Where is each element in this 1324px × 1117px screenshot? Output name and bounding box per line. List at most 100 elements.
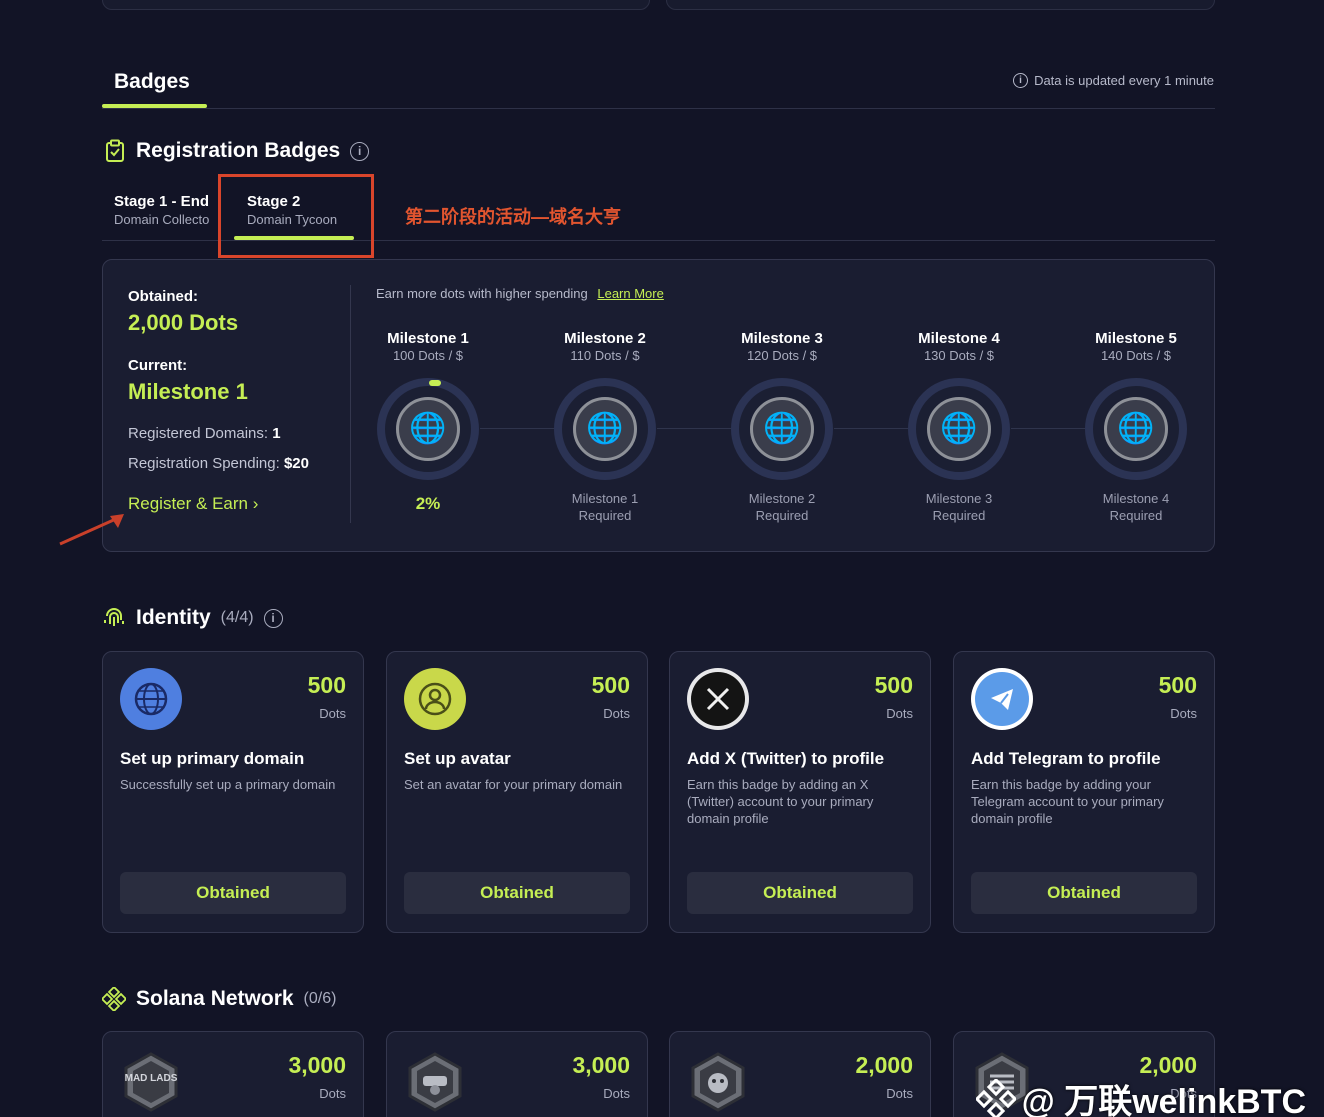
badge-points-unit: Dots [886,1086,913,1101]
progress-marker [429,380,441,386]
requirement-line: Milestone 3 [925,491,993,506]
obtained-button[interactable]: Obtained [687,872,913,914]
mad-lads-logo-text: MAD LADS [125,1073,178,1084]
tab-stage-1[interactable]: Stage 1 - End Domain Collecto [114,193,218,229]
milestone-rate: 120 Dots / $ [746,348,818,363]
badge-description: Earn this badge by adding an X (Twitter)… [687,777,874,826]
x-logo-icon [687,668,749,730]
milestone-1: Milestone 1 100 Dots / $ [348,330,508,363]
telegram-icon [971,668,1033,730]
badge-card-avatar: 500 Dots Set up avatar Set an avatar for… [386,651,648,933]
previous-card-left [102,0,650,10]
milestone-title: Milestone 5 [1095,330,1177,347]
milestone-rate: 110 Dots / $ [570,348,640,363]
info-icon[interactable]: i [263,608,283,628]
tab-badges[interactable]: Badges [114,70,190,94]
requirement-line: Required [932,508,986,523]
registered-domains-label: Registered Domains: [128,425,269,442]
registered-domains-stat: Registered Domains: 1 [128,425,281,442]
previous-card-right [666,0,1215,10]
registration-spending-value: $20 [283,455,309,472]
milestone-3: Milestone 3 120 Dots / $ [702,330,862,363]
solana-badge-card: MAD LADS 3,000 Dots [102,1031,364,1117]
badge-points-unit: Dots [603,1086,630,1101]
milestone-1-badge[interactable]: 🌐 [377,378,479,480]
update-note-text: Data is updated every 1 minute [1034,73,1214,88]
milestone-5-badge[interactable]: 🌐 [1085,378,1187,480]
milestone-2-badge[interactable]: 🌐 [554,378,656,480]
earn-note: Earn more dots with higher spending Lear… [376,286,664,301]
solana-network-count: (0/6) [303,990,337,1007]
watermark: @ 万联welinkBTC [975,1074,1306,1117]
milestone-5-requirement: Milestone 4 Required [1056,490,1216,524]
milestone-title: Milestone 3 [741,330,823,347]
registration-spending-label: Registration Spending: [128,455,280,472]
requirement-line: Required [578,508,632,523]
badge-title: Add Telegram to profile [971,749,1161,768]
update-note: i Data is updated every 1 minute [1013,73,1214,88]
milestone-connector [834,428,908,429]
badge-card-primary-domain: 500 Dots Set up primary domain Successfu… [102,651,364,933]
milestone-3-requirement: Milestone 2 Required [702,490,862,524]
register-earn-link[interactable]: Register & Earn › [128,494,258,514]
header-divider [102,108,1215,109]
milestone-rate: 140 Dots / $ [1100,348,1172,363]
milestone-2-requirement: Milestone 1 Required [525,490,685,524]
badge-description: Set an avatar for your primary domain [404,777,623,792]
clipboard-check-icon [106,139,124,162]
badge-points: 500 [1158,672,1197,698]
globe-badge-icon: 🌐 [927,397,991,461]
badge-title: Set up primary domain [120,749,305,768]
milestone-3-badge[interactable]: 🌐 [731,378,833,480]
badge-description: Successfully set up a primary domain [120,777,336,792]
mad-lads-icon: MAD LADS [124,1052,178,1112]
milestone-4-requirement: Milestone 3 Required [879,490,1039,524]
milestone-1-progress: 2% [415,494,441,513]
milestone-2: Milestone 2 110 Dots / $ [525,330,685,363]
identity-title: Identity [136,606,211,629]
obtained-button[interactable]: Obtained [404,872,630,914]
badge-points: 3,000 [572,1052,630,1078]
solana-badge-card: 2,000 Dots [669,1031,931,1117]
milestone-rate: 100 Dots / $ [392,348,464,363]
badge-points-unit: Dots [886,706,913,721]
badge-points-unit: Dots [319,1086,346,1101]
stage-1-title: Stage 1 - End [114,193,210,210]
badge-points-unit: Dots [319,706,346,721]
fingerprint-icon [104,608,124,626]
obtained-button[interactable]: Obtained [120,872,346,914]
registration-badges-header: Registration Badges i [104,139,370,163]
badge-title: Add X (Twitter) to profile [687,749,885,768]
earn-note-text: Earn more dots with higher spending [376,286,588,301]
registered-domains-value: 1 [272,425,281,442]
solana-network-header: Solana Network (0/6) [102,987,336,1011]
obtained-button[interactable]: Obtained [971,872,1197,914]
badge-points: 500 [874,672,913,698]
milestone-rate: 130 Dots / $ [923,348,995,363]
milestone-connector [480,428,554,429]
badge-points: 3,000 [288,1052,346,1078]
solana-network-icon [102,987,126,1011]
annotation-text: 第二阶段的活动—域名大亨 [405,207,621,227]
info-icon[interactable]: i [350,141,370,161]
monkey-hex-icon [691,1052,745,1112]
milestone-4-badge[interactable]: 🌐 [908,378,1010,480]
requirement-line: Required [1109,508,1163,523]
badge-points: 500 [591,672,630,698]
current-value: Milestone 1 [128,379,248,404]
globe-badge-icon: 🌐 [396,397,460,461]
milestone-5: Milestone 5 140 Dots / $ [1056,330,1216,363]
badge-points-unit: Dots [1170,706,1197,721]
requirement-line: Milestone 2 [748,491,816,506]
registration-badges-title: Registration Badges [136,139,341,162]
solana-badge-card: 3,000 Dots [386,1031,648,1117]
requirement-line: Milestone 4 [1102,491,1170,506]
globe-icon [120,668,182,730]
watermark-text: @ 万联welinkBTC [1021,1083,1306,1117]
learn-more-link[interactable]: Learn More [597,286,663,301]
milestone-4: Milestone 4 130 Dots / $ [879,330,1039,363]
badge-points-unit: Dots [603,706,630,721]
identity-count: (4/4) [220,609,254,626]
badge-card-twitter: 500 Dots Add X (Twitter) to profile Earn… [669,651,931,933]
milestone-title: Milestone 2 [564,330,646,347]
